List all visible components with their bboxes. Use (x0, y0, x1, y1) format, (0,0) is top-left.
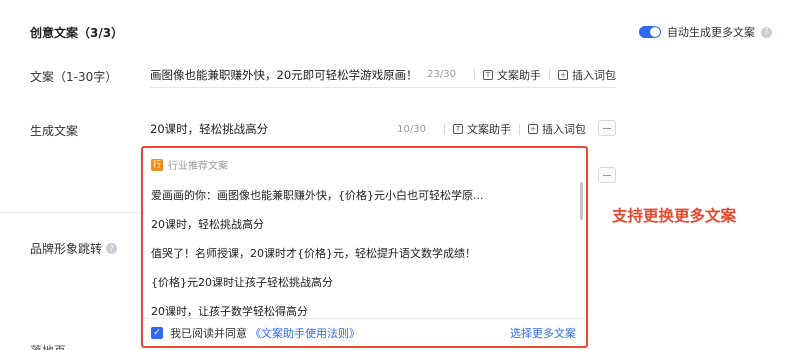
copy-insert-button[interactable]: + 插入词包 (558, 67, 616, 83)
text-icon: T (453, 124, 463, 134)
copy-assistant-label: 文案助手 (497, 68, 541, 82)
brand-jump-label: 品牌形象跳转 (30, 242, 103, 256)
dropdown-header: 行 行业推荐文案 (143, 148, 586, 172)
copy-field[interactable]: 画图像也能兼职赚外快，20元即可轻松学游戏原画！ 23/30 T 文案助手 + … (150, 62, 616, 88)
section-title: 创意文案（3/3） (30, 26, 124, 40)
auto-generate-toggle[interactable] (639, 26, 661, 38)
help-icon[interactable]: ? (106, 243, 118, 254)
landing-page-label: 落地页 (30, 342, 66, 350)
industry-badge-icon: 行 (151, 158, 163, 171)
agree-label: 我已阅读并同意 (170, 326, 247, 340)
gen-insert-label: 插入词包 (542, 123, 586, 136)
dropdown-header-label: 行业推荐文案 (168, 161, 228, 172)
remove-gen-button[interactable] (598, 120, 616, 136)
divider (549, 69, 550, 80)
text-icon: T (483, 69, 493, 80)
copy-assistant-button[interactable]: T 文案助手 (483, 67, 541, 83)
auto-generate-label: 自动生成更多文案 (667, 26, 755, 39)
select-more-link[interactable]: 选择更多文案 (510, 325, 576, 341)
word-pack-icon: + (558, 69, 568, 80)
gen-field[interactable]: 20课时，轻松挑战高分 10/30 T 文案助手 + 插入词包 (150, 116, 586, 142)
copy-label: 文案（1-30字） (30, 70, 118, 84)
annotation-text: 支持更换更多文案 (612, 207, 737, 225)
gen-input-value[interactable]: 20课时，轻松挑战高分 (150, 121, 389, 137)
agree-checkbox[interactable]: ✓ (151, 326, 163, 339)
copy-input-value[interactable]: 画图像也能兼职赚外快，20元即可轻松学游戏原画！ (150, 67, 419, 83)
remove-row-button[interactable] (598, 167, 616, 183)
brand-jump-row: 品牌形象跳转 ? (30, 240, 118, 257)
gen-char-count: 10/30 (397, 123, 426, 135)
list-item[interactable]: 值哭了！名师授课，20课时才{价格}元，轻松提升语文数学成绩！ (143, 239, 586, 268)
recommended-copy-dropdown: 行 行业推荐文案 爱画画的你：画图像也能兼职赚外快，{价格}元小白也可轻松学原.… (141, 146, 588, 348)
help-icon[interactable]: ? (761, 26, 772, 38)
gen-insert-button[interactable]: + 插入词包 (528, 121, 586, 137)
list-item[interactable]: 20课时，轻松挑战高分 (143, 210, 586, 239)
rules-link[interactable]: 《文案助手使用法则》 (250, 325, 360, 341)
recommended-copy-list: 爱画画的你：画图像也能兼职赚外快，{价格}元小白也可轻松学原... 20课时，轻… (143, 181, 586, 326)
section-divider (0, 212, 142, 213)
copy-char-count: 23/30 (427, 69, 456, 80)
word-pack-icon: + (528, 124, 538, 134)
divider (474, 69, 475, 80)
auto-generate-setting: 自动生成更多文案 ? (639, 24, 772, 40)
copy-insert-label: 插入词包 (572, 68, 616, 82)
gen-assistant-label: 文案助手 (467, 123, 511, 136)
divider (519, 123, 520, 135)
list-item[interactable]: {价格}元20课时让孩子轻松挑战高分 (143, 268, 586, 297)
list-item[interactable]: 爱画画的你：画图像也能兼职赚外快，{价格}元小白也可轻松学原... (143, 181, 586, 210)
divider (444, 123, 445, 135)
gen-label: 生成文案 (30, 124, 79, 138)
gen-assistant-button[interactable]: T 文案助手 (453, 121, 511, 137)
dropdown-scrollbar[interactable] (580, 182, 583, 220)
dropdown-footer: ✓ 我已阅读并同意 《文案助手使用法则》 选择更多文案 (143, 318, 586, 346)
